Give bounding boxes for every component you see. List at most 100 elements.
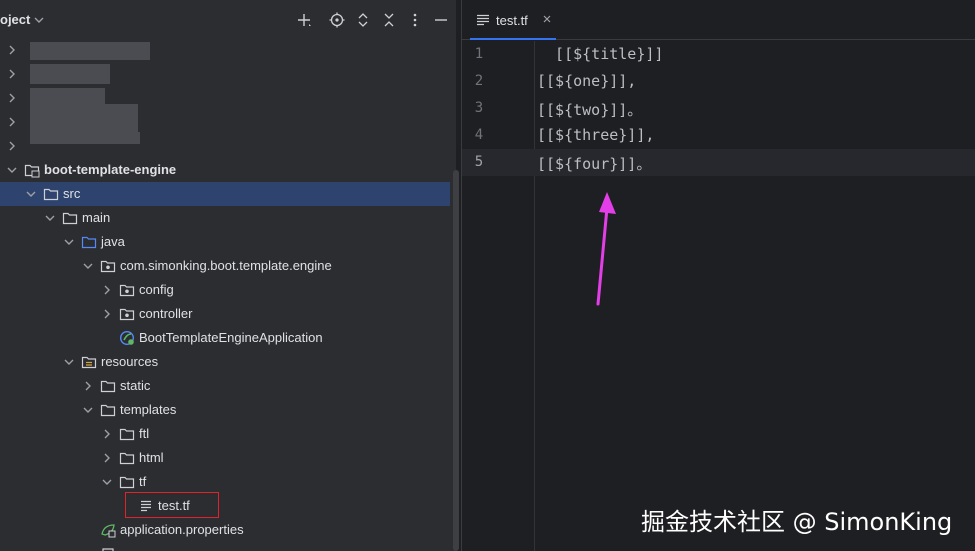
code-line-current[interactable]: 5 [[${four}]]。 [462,149,975,176]
project-panel-header: oject [0,0,456,40]
tree-item-main[interactable]: main [0,206,450,230]
tree-item-label: java [101,234,125,249]
line-number: 1 [474,46,484,62]
tree-item-label: main [82,210,111,225]
chevron-down-icon[interactable] [63,356,75,368]
tree-item-label: ftl [139,426,150,441]
close-icon[interactable] [542,14,552,24]
chevron-right-icon[interactable] [6,140,18,152]
folder-icon [119,452,135,465]
code-line[interactable]: 1 [[${title}]] [462,41,975,68]
line-number: 4 [474,127,484,143]
hide-panel-icon[interactable] [431,10,451,30]
chevron-down-icon[interactable] [101,476,113,488]
tree-item-test-tf[interactable]: test.tf [0,494,450,518]
tree-item-boot-application[interactable]: BootTemplateEngineApplication [0,326,450,350]
line-number: 3 [474,100,484,116]
redacted-tree-row[interactable] [0,132,450,158]
code-text[interactable]: [[${two}]]。 [537,99,642,120]
tab-label: test.tf [496,13,528,28]
chevron-right-icon[interactable] [6,116,18,128]
package-icon [119,308,135,321]
code-text[interactable]: [[${four}]]。 [537,153,651,174]
chevron-right-icon[interactable] [101,284,113,296]
locate-icon[interactable] [327,10,347,30]
source-folder-icon [81,236,97,249]
folder-icon [100,404,116,417]
folder-icon [62,212,78,225]
tree-item-label: tf [139,474,147,489]
redacted-block [30,132,140,144]
chevron-right-icon[interactable] [6,68,18,80]
resources-folder-icon [81,356,97,369]
chevron-down-icon[interactable] [82,260,94,272]
code-line[interactable]: 3 [[${two}]]。 [462,95,975,122]
tree-item-config[interactable]: config [0,278,450,302]
folder-icon [43,188,59,201]
chevron-right-icon[interactable] [101,452,113,464]
code-text[interactable]: [[${title}]] [537,45,663,63]
tree-item-label: html [139,450,164,465]
tree-item-html[interactable]: html [0,446,450,470]
redacted-block [30,64,110,84]
tree-item-package[interactable]: com.simonking.boot.template.engine [0,254,450,278]
tree-item-label: static [120,378,151,393]
annotation-arrow-icon [596,192,616,306]
project-panel: oject boot-template-engine src main java… [0,0,459,551]
tree-item-templates[interactable]: templates [0,398,450,422]
chevron-down-icon[interactable] [6,164,18,176]
spring-properties-icon [101,524,116,538]
partial-tree-row[interactable] [0,542,450,551]
code-text[interactable]: [[${one}]], [537,72,636,90]
package-icon [100,260,116,273]
redacted-tree-row[interactable] [0,38,450,62]
tab-test-tf[interactable]: test.tf [470,0,556,40]
chevron-right-icon[interactable] [6,44,18,56]
tree-item-label: config [139,282,174,297]
tree-item-src[interactable]: src [0,182,450,206]
code-text[interactable]: [[${three}]], [537,126,654,144]
collapse-all-icon[interactable] [379,10,399,30]
tree-item-label: controller [139,306,193,321]
add-icon[interactable] [294,10,314,30]
folder-icon [100,380,116,393]
tree-item-label: BootTemplateEngineApplication [139,330,323,345]
tree-item-java[interactable]: java [0,230,450,254]
tree-item-ftl[interactable]: ftl [0,422,450,446]
tree-item-label: com.simonking.boot.template.engine [120,258,332,273]
tree-item-tf[interactable]: tf [0,470,450,494]
line-number: 5 [474,154,484,170]
chevron-down-icon[interactable] [25,188,37,200]
chevron-right-icon[interactable] [101,428,113,440]
expand-all-icon[interactable] [353,10,373,30]
tree-item-label: templates [120,402,177,417]
chevron-down-icon[interactable] [82,404,94,416]
chevron-right-icon[interactable] [101,308,113,320]
line-number: 2 [474,73,484,89]
project-tree: boot-template-engine src main java com.s… [0,38,456,551]
chevron-right-icon[interactable] [82,380,94,392]
annotation-highlight-box [125,492,219,518]
chevron-down-icon[interactable] [63,236,75,248]
tree-item-boot-template-engine[interactable]: boot-template-engine [0,158,450,182]
code-line[interactable]: 2 [[${one}]], [462,68,975,95]
chevron-down-icon[interactable] [44,212,56,224]
chevron-right-icon[interactable] [6,92,18,104]
redacted-tree-row[interactable] [0,104,450,134]
chevron-down-icon[interactable] [33,14,45,26]
tree-item-application-properties[interactable]: application.properties [0,518,450,542]
folder-icon [119,476,135,489]
watermark-text: 掘金技术社区 @ SimonKing [641,508,953,536]
redacted-tree-row[interactable] [0,62,450,86]
tree-item-static[interactable]: static [0,374,450,398]
redacted-block [30,104,138,134]
tree-scrollbar[interactable] [453,170,459,551]
module-folder-icon [24,164,40,178]
tree-item-resources[interactable]: resources [0,350,450,374]
code-editor: test.tf 1 [[${title}]] 2 [[${one}]], 3 [… [462,0,975,551]
code-line[interactable]: 4 [[${three}]], [462,122,975,149]
project-panel-title[interactable]: oject [0,12,30,27]
tree-item-controller[interactable]: controller [0,302,450,326]
more-options-icon[interactable] [405,10,425,30]
package-icon [119,284,135,297]
